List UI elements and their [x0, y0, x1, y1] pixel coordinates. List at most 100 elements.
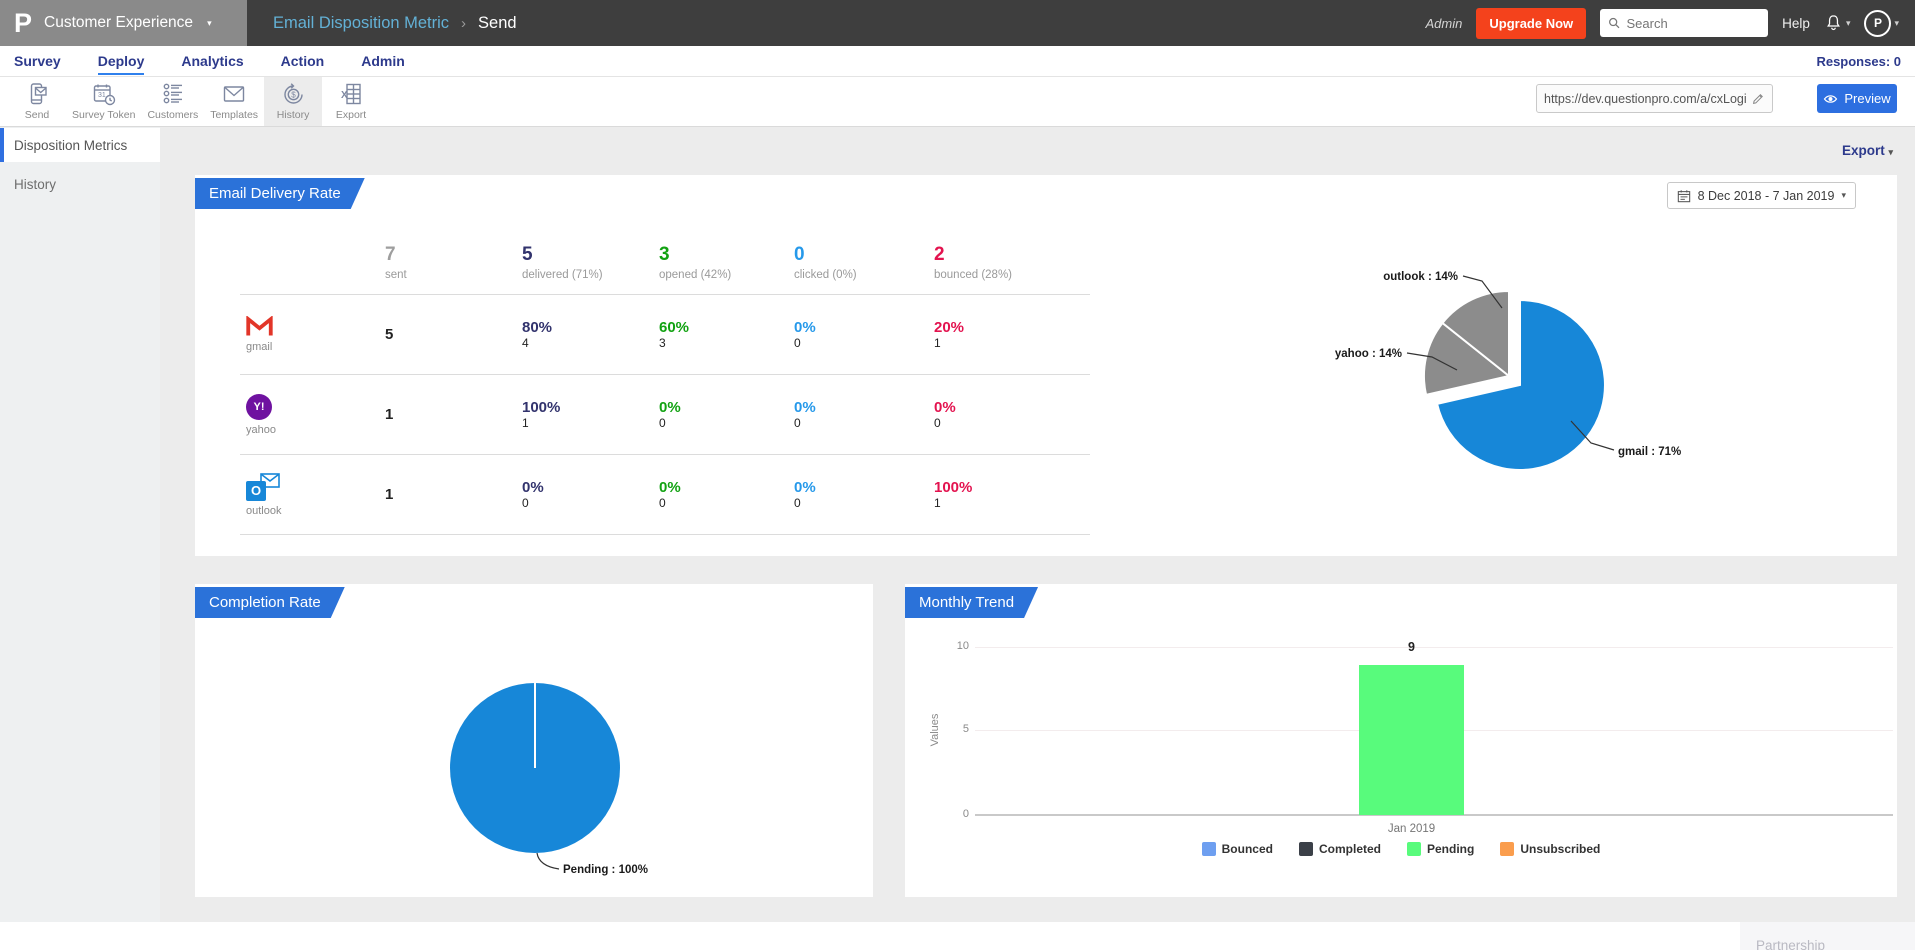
workspace-switcher[interactable]: P Customer Experience ▾	[0, 0, 247, 46]
date-range-picker[interactable]: 8 Dec 2018 - 7 Jan 2019 ▾	[1667, 182, 1856, 209]
footer-partial-tab[interactable]: Partnership	[1740, 922, 1915, 950]
toolbar-item-label: Export	[336, 109, 366, 121]
edit-pencil-icon[interactable]	[1751, 92, 1765, 106]
help-link[interactable]: Help	[1782, 16, 1810, 31]
eye-icon	[1823, 93, 1838, 105]
page-footer: Partnership	[0, 922, 1915, 950]
legend-item-completed[interactable]: Completed	[1299, 842, 1381, 856]
tab-action[interactable]: Action	[281, 53, 325, 69]
svg-text:$: $	[291, 90, 296, 99]
avatar: P	[1864, 10, 1891, 37]
pie-label-outlook: outlook : 14%	[1383, 271, 1458, 283]
workspace-name: Customer Experience	[44, 14, 193, 32]
tab-admin[interactable]: Admin	[361, 53, 405, 69]
cell-opened-count: 3	[659, 336, 794, 350]
survey-url-field[interactable]	[1536, 84, 1773, 113]
breadcrumb: Email Disposition Metric › Send	[273, 14, 517, 33]
bar-value-label: 9	[1359, 640, 1464, 654]
chevron-down-icon: ▾	[207, 18, 212, 29]
tab-deploy-label: Deploy	[98, 53, 145, 75]
summary-sent-label: sent	[385, 269, 522, 281]
legend-swatch	[1500, 842, 1514, 856]
y-tick-10: 10	[939, 640, 969, 652]
cell-clicked-count: 0	[794, 416, 934, 430]
main-area: Disposition Metrics History Export ▾ Ema…	[0, 127, 1915, 922]
cell-clicked-pct: 0%	[794, 479, 934, 496]
cell-delivered-count: 4	[522, 336, 659, 350]
legend-swatch	[1407, 842, 1421, 856]
cell-delivered-pct: 80%	[522, 319, 659, 336]
tab-analytics[interactable]: Analytics	[181, 53, 243, 69]
trend-bar[interactable]	[1359, 665, 1464, 815]
legend-label: Bounced	[1222, 842, 1273, 856]
y-tick-5: 5	[939, 723, 969, 735]
pie-label-gmail: gmail : 71%	[1618, 446, 1681, 458]
tab-deploy[interactable]: Deploy	[98, 53, 145, 69]
cell-delivered-pct: 100%	[522, 399, 659, 416]
delivery-summary-row: 7sent 5delivered (71%) 3opened (42%) 0cl…	[240, 245, 1090, 295]
toolbar-item-label: History	[277, 109, 310, 121]
search-input[interactable]	[1626, 16, 1760, 31]
export-dropdown-label: Export	[1842, 143, 1885, 158]
history-icon: $	[281, 82, 305, 106]
cell-sent: 5	[385, 326, 522, 343]
cell-bounced-count: 0	[934, 416, 1090, 430]
legend-item-bounced[interactable]: Bounced	[1202, 842, 1273, 856]
notifications-button[interactable]: ▾	[1824, 13, 1851, 33]
cell-delivered-count: 0	[522, 496, 659, 510]
cell-opened-pct: 60%	[659, 319, 794, 336]
cell-sent: 1	[385, 486, 522, 503]
upgrade-now-button[interactable]: Upgrade Now	[1476, 8, 1586, 39]
legend-item-unsubscribed[interactable]: Unsubscribed	[1500, 842, 1600, 856]
sidebar-item-history[interactable]: History	[0, 167, 160, 201]
pie-label-pending: Pending : 100%	[563, 864, 648, 876]
summary-clicked-value: 0	[794, 245, 934, 266]
toolbar-item-label: Customers	[147, 109, 198, 121]
toolbar-item-survey-token[interactable]: 31 Survey Token	[66, 77, 141, 126]
global-search[interactable]	[1600, 9, 1768, 37]
legend-item-pending[interactable]: Pending	[1407, 842, 1474, 856]
summary-sent-value: 7	[385, 245, 522, 266]
cell-opened-pct: 0%	[659, 399, 794, 416]
toolbar-item-export[interactable]: X Export	[322, 77, 380, 126]
preview-button[interactable]: Preview	[1817, 84, 1897, 113]
tab-survey[interactable]: Survey	[14, 53, 61, 69]
survey-token-icon: 31	[92, 82, 116, 106]
breadcrumb-current: Send	[478, 14, 517, 33]
cell-clicked-pct: 0%	[794, 319, 934, 336]
toolbar-item-send[interactable]: Send	[8, 77, 66, 126]
account-menu[interactable]: P ▾	[1864, 10, 1899, 37]
svg-text:31: 31	[98, 92, 106, 99]
cell-clicked-count: 0	[794, 496, 934, 510]
toolbar-item-history[interactable]: $ History	[264, 77, 322, 126]
cell-bounced-count: 1	[934, 336, 1090, 350]
primary-nav: Survey Deploy Analytics Action Admin Res…	[0, 46, 1915, 77]
monthly-trend-card: Monthly Trend Values 10 5 0 9 Jan 2019 B…	[905, 584, 1897, 897]
chevron-down-icon: ▾	[1888, 147, 1893, 157]
chart-legend: Bounced Completed Pending Unsubscribed	[905, 842, 1897, 856]
leader-line	[537, 853, 559, 869]
summary-delivered-value: 5	[522, 245, 659, 266]
legend-label: Completed	[1319, 842, 1381, 856]
delivery-table: 7sent 5delivered (71%) 3opened (42%) 0cl…	[240, 245, 1090, 535]
toolbar-item-templates[interactable]: Templates	[204, 77, 264, 126]
export-dropdown[interactable]: Export ▾	[1842, 143, 1893, 158]
toolbar-item-customers[interactable]: Customers	[141, 77, 204, 126]
questionpro-logo: P	[14, 10, 32, 37]
pie-label-yahoo: yahoo : 14%	[1335, 348, 1402, 360]
breadcrumb-parent-link[interactable]: Email Disposition Metric	[273, 14, 449, 33]
footer-partial-text: Partnership	[1756, 938, 1825, 950]
y-tick-0: 0	[939, 808, 969, 820]
admin-label: Admin	[1426, 16, 1463, 31]
card-title-ribbon: Email Delivery Rate	[195, 178, 365, 209]
table-row-gmail: gmail 5 80%4 60%3 0%0 20%1	[240, 295, 1090, 375]
cell-clicked-count: 0	[794, 336, 934, 350]
gmail-icon	[246, 316, 273, 337]
outlook-icon: O	[246, 473, 280, 501]
toolbar-item-label: Templates	[210, 109, 258, 121]
header-actions: Admin Upgrade Now Help ▾ P ▾	[1426, 8, 1915, 39]
survey-url-input[interactable]	[1544, 92, 1746, 106]
sidebar-item-disposition-metrics[interactable]: Disposition Metrics	[0, 128, 160, 162]
cell-clicked-pct: 0%	[794, 399, 934, 416]
cell-opened-count: 0	[659, 416, 794, 430]
